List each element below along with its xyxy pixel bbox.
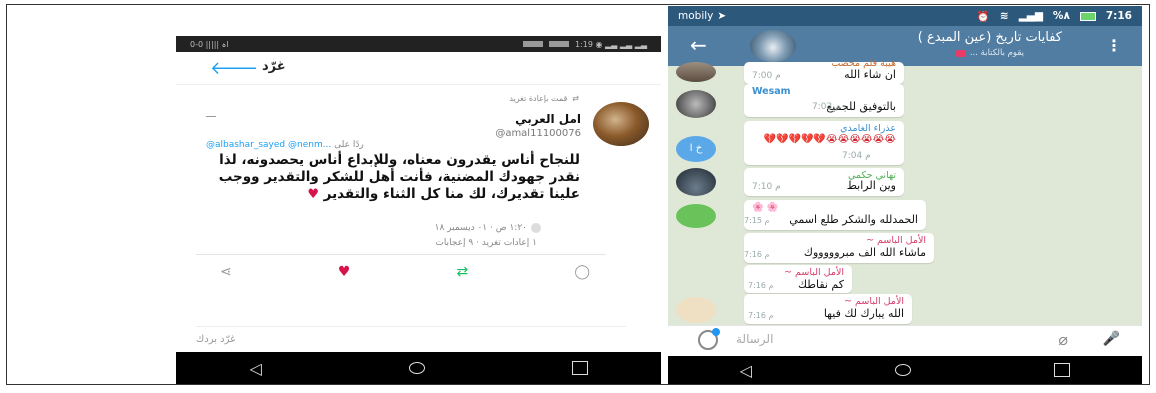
more-vert-icon[interactable]: ⋮ — [1106, 36, 1122, 55]
message-sender[interactable]: 🌸 🌸 — [752, 202, 779, 213]
pencil-icon — [955, 49, 966, 57]
wifi-icon: ≋ — [999, 10, 1009, 22]
home-circle-icon[interactable] — [895, 364, 912, 376]
more-options-icon[interactable] — [206, 116, 216, 117]
arrow-back-icon[interactable]: 🡐 — [210, 58, 258, 79]
android-nav-bar: ◁ — [176, 352, 661, 384]
avatar-initials[interactable]: خ ا — [676, 136, 716, 162]
back-triangle-icon[interactable]: ◁ — [249, 359, 261, 378]
status-icons: 1:19 ◉ ▂▃ ▂▃ ▂▃ — [522, 39, 647, 49]
message-time: 7:16 م — [748, 311, 774, 320]
reply-to: @albashar_sayed @nenm... ردًا على — [206, 140, 364, 150]
reply-input[interactable]: غرّد بردك — [196, 334, 616, 345]
message-bubble[interactable]: 🌸 🌸 الحمدلله والشكر طلع اسمي 7:15 م — [744, 200, 926, 230]
message-time: 7:10 م — [752, 182, 781, 192]
message-text: الحمدلله والشكر طلع اسمي — [789, 213, 918, 226]
avatar[interactable] — [676, 168, 716, 196]
message-bubble[interactable]: تهاني حكمي وين الرابط 7:10 م — [744, 168, 904, 196]
message-text: ماشاء الله الف مبروووووك — [803, 246, 926, 259]
wifi-icon — [548, 41, 569, 47]
tweet-timestamp: ١:٢٠ ص · ٠١ ديسمبر ١٨ — [435, 223, 541, 233]
divider — [196, 254, 606, 255]
reply-handles[interactable]: @albashar_sayed @nenm... — [206, 140, 331, 150]
tweet-text: للنجاح أناس يقدرون معناه، وللإبداع أناس … — [218, 152, 580, 202]
message-sender[interactable]: الأمل الباسم ~ — [784, 267, 844, 278]
carrier: mobily ➤ — [678, 10, 727, 22]
mic-icon[interactable]: 🎤 — [1103, 331, 1120, 347]
message-bubble[interactable]: Wesam بالتوفيق للجميع 7:03 م — [744, 84, 904, 117]
signal-icon: ▂▄▆ — [1018, 10, 1043, 22]
message-time: 7:03 م — [812, 102, 841, 112]
back-triangle-icon[interactable]: ◁ — [740, 361, 752, 380]
heart-icon[interactable]: ♥ — [338, 264, 351, 280]
reply-prefix: ردًا على — [334, 140, 364, 150]
status-bar: mobily ➤ ⏰ ≋ ▂▄▆ %٨ 7:16 — [668, 6, 1142, 26]
message-time: 7:16 م — [744, 250, 770, 259]
message-input[interactable]: الرسالة — [736, 332, 773, 346]
message-text: كم نقاطك — [797, 278, 844, 291]
message-sender[interactable]: الأمل الباسم ~ — [866, 235, 926, 246]
signal-icon — [522, 41, 543, 47]
message-sender[interactable]: الأمل الباسم ~ — [844, 296, 904, 307]
share-icon[interactable]: ⋖ — [220, 264, 232, 280]
retweet-icon[interactable]: ⇄ — [456, 264, 468, 280]
avatar[interactable] — [676, 204, 716, 228]
avatar[interactable] — [593, 102, 649, 146]
typing-indicator: يقوم بالكتابة ... — [955, 48, 1024, 58]
attach-icon[interactable]: ⌀ — [1058, 330, 1068, 349]
retweet-small-icon: ⇄ — [572, 94, 579, 103]
message-bubble[interactable]: الأمل الباسم ~ كم نقاطك 7:16 م — [744, 265, 852, 293]
notification-dot — [712, 328, 720, 336]
status-left: 0-0 ||||| اہ — [190, 39, 229, 49]
telegram-status-icon: ➤ — [717, 10, 727, 22]
recents-square-icon[interactable] — [571, 361, 588, 375]
retweet-label: قمت بإعادة تغريد ⇄ — [509, 94, 579, 103]
message-text: 😭😭😭😭😭😭💔💔💔💔💔 — [763, 134, 896, 145]
author-handle[interactable]: @amal11100076 — [495, 128, 581, 139]
message-sender[interactable]: عذراء الغامدي — [840, 123, 896, 134]
source-icon — [531, 223, 541, 233]
home-circle-icon[interactable] — [408, 362, 425, 374]
status-bar: 0-0 ||||| اہ 1:19 ◉ ▂▃ ▂▃ ▂▃ — [176, 36, 661, 52]
alarm-icon: ⏰ — [976, 10, 990, 23]
message-time: 7:04 م — [842, 151, 871, 161]
reply-icon[interactable]: ◯ — [574, 264, 590, 280]
message-composer: الرسالة ⌀ 🎤 — [668, 325, 1142, 356]
chat-header: ← كفايات تاريخ (عين المبدع ) يقوم بالكتا… — [668, 26, 1142, 66]
status-icons: ⏰ ≋ ▂▄▆ %٨ 7:16 — [976, 10, 1132, 23]
message-bubble[interactable]: هيبة قلم محصب ان شاء الله 7:00 م — [744, 58, 904, 84]
avatar[interactable] — [676, 90, 716, 118]
page-title: غرّد — [262, 59, 286, 74]
group-title[interactable]: كفايات تاريخ (عين المبدع ) — [918, 30, 1062, 45]
message-text: ان شاء الله — [844, 68, 896, 81]
heart-emoji-icon: ♥ — [307, 187, 319, 202]
message-bubble[interactable]: الأمل الباسم ~ ماشاء الله الف مبروووووك … — [744, 233, 934, 263]
tweet-stats[interactable]: ١ إعادات تغريد · ٩ إعجابات — [435, 238, 537, 248]
message-text: وين الرابط — [846, 179, 896, 192]
divider — [196, 326, 626, 327]
message-time: 7:00 م — [752, 71, 781, 81]
recents-square-icon[interactable] — [1054, 363, 1071, 377]
avatar[interactable] — [676, 62, 716, 82]
tweet-actions: ⋖ ♥ ⇄ ◯ — [220, 264, 590, 280]
message-bubble[interactable]: الأمل الباسم ~ الله يبارك لك فيها 7:16 م — [744, 294, 912, 324]
telegram-screenshot: mobily ➤ ⏰ ≋ ▂▄▆ %٨ 7:16 ← كفايات تاريخ … — [668, 6, 1142, 384]
status-right: 1:19 ◉ ▂▃ ▂▃ ▂▃ — [574, 39, 647, 49]
author-name[interactable]: امل العربي — [515, 112, 581, 126]
twitter-screenshot: 0-0 ||||| اہ 1:19 ◉ ▂▃ ▂▃ ▂▃ 🡐 غرّد قمت … — [176, 36, 661, 384]
battery-icon — [1079, 11, 1096, 21]
android-nav-bar: ◁ — [668, 356, 1142, 384]
tweet-header: 🡐 غرّد — [176, 52, 661, 85]
group-avatar[interactable] — [750, 30, 796, 62]
message-time: 7:15 م — [744, 216, 770, 225]
message-time: 7:16 م — [748, 281, 774, 290]
avatar[interactable] — [676, 297, 716, 323]
arrow-back-icon[interactable]: ← — [690, 33, 707, 57]
message-sender[interactable]: Wesam — [752, 86, 791, 97]
message-bubble[interactable]: عذراء الغامدي 😭😭😭😭😭😭💔💔💔💔💔 7:04 م — [744, 121, 904, 165]
message-text: الله يبارك لك فيها — [823, 307, 904, 320]
